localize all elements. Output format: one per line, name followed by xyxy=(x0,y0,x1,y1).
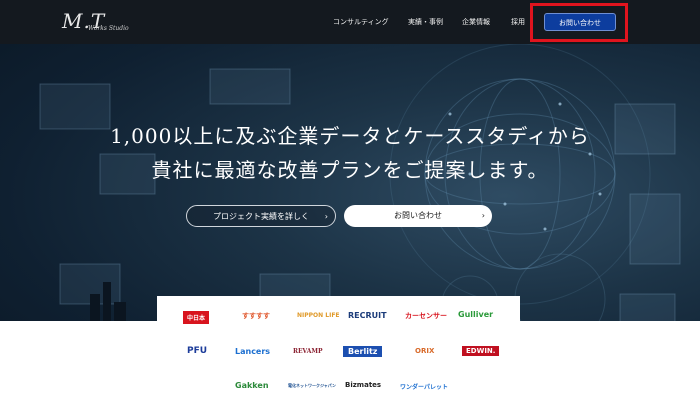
client-logo: REVAMP xyxy=(293,348,323,355)
client-logo: Gulliver xyxy=(458,310,494,319)
projects-button-label: プロジェクト実績を詳しく xyxy=(213,212,309,221)
arrow-right-icon: › xyxy=(481,211,485,220)
arrow-right-icon: › xyxy=(324,212,328,221)
client-logo: 電化ネットワークジャパン xyxy=(288,383,336,388)
hero-contact-button[interactable]: お問い合わせ › xyxy=(344,205,492,227)
client-logo: ワンダーパレット xyxy=(400,384,448,391)
hero-headline-line1: 1,000以上に及ぶ企業データとケーススタディから xyxy=(110,124,590,148)
client-logo: Gakken xyxy=(235,381,269,390)
client-logo: Bizmates xyxy=(345,381,382,389)
client-logo: Berlitz xyxy=(343,346,383,357)
client-logo: すすすす xyxy=(242,312,270,320)
site-logo[interactable]: M.T Works Studio xyxy=(62,9,129,33)
nav-case-studies[interactable]: 実績・事例 xyxy=(408,0,443,44)
logo-subtitle: Works Studio xyxy=(88,25,129,32)
highlight-box xyxy=(530,3,628,42)
nav-company[interactable]: 企業情報 xyxy=(462,0,490,44)
client-logo: NIPPON LIFE xyxy=(297,312,340,319)
client-logo: PFU xyxy=(187,346,208,356)
client-logo: RECRUIT xyxy=(348,311,387,320)
nav-recruit[interactable]: 採用 xyxy=(511,0,525,44)
client-logo: ORIX xyxy=(415,347,435,355)
client-logos: 中日本 すすすす NIPPON LIFE RECRUIT カーセンサー Gull… xyxy=(157,296,520,406)
nav-consulting[interactable]: コンサルティング xyxy=(333,0,389,44)
client-logo: EDWIN. xyxy=(462,346,500,356)
site-header: M.T Works Studio コンサルティング 実績・事例 企業情報 採用 … xyxy=(0,0,700,44)
client-logo: Lancers xyxy=(235,347,271,356)
client-logo: カーセンサー xyxy=(405,312,447,320)
client-logo: 中日本 xyxy=(183,311,210,324)
hero-contact-label: お問い合わせ xyxy=(394,211,442,220)
projects-button[interactable]: プロジェクト実績を詳しく › xyxy=(186,205,336,227)
hero-headline-line2: 貴社に最適な改善プランをご提案します。 xyxy=(151,158,549,182)
